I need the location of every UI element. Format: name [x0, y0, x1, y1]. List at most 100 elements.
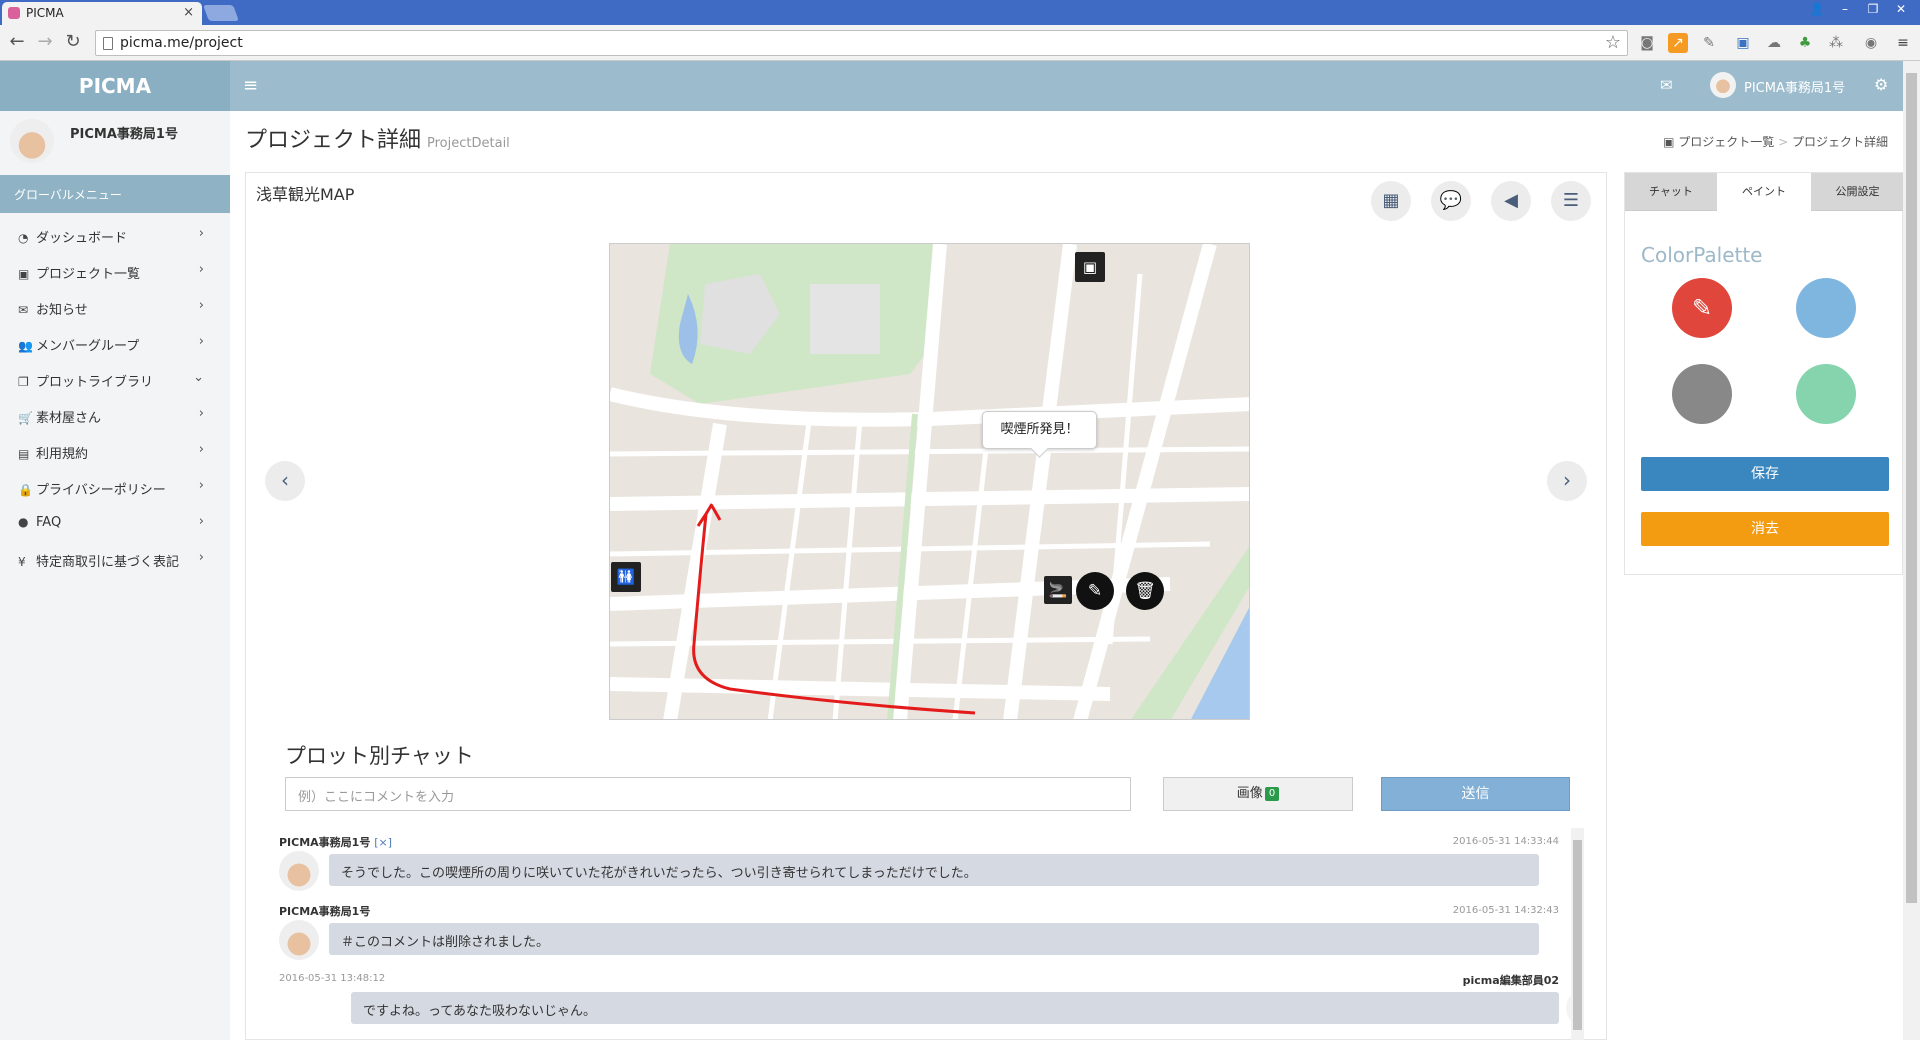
sidebar-item[interactable]: ¥ 特定商取引に基づく表記 › — [0, 537, 230, 581]
sidebar-item-label: ダッシュボード — [36, 231, 128, 246]
clover-icon[interactable]: ♣ — [1795, 33, 1815, 53]
restroom-pin-icon[interactable]: 🚻 — [611, 562, 641, 592]
chevron-icon: › — [198, 442, 204, 457]
bookmark-star-icon[interactable]: ☆ — [1605, 32, 1621, 53]
speaker-icon[interactable]: ◀ — [1491, 181, 1531, 221]
chevron-icon: › — [198, 262, 204, 277]
save-button[interactable]: 保存 — [1641, 457, 1889, 491]
reload-icon[interactable]: ↻ — [62, 32, 84, 54]
tab-publish-settings[interactable]: 公開設定 — [1811, 173, 1904, 211]
next-arrow-icon[interactable]: › — [1547, 461, 1587, 501]
image-icon: ▣ — [18, 267, 30, 281]
lock-icon: 🔒 — [18, 483, 33, 497]
close-window-icon[interactable]: ✕ — [1888, 0, 1914, 18]
image-count-badge: 0 — [1264, 787, 1280, 801]
app-header: PICMA ≡ ✉ PICMA事務局1号 ⚙ — [0, 61, 1903, 111]
page-icon — [103, 37, 113, 50]
breadcrumb-current: プロジェクト詳細 — [1791, 135, 1888, 149]
palette-title: ColorPalette — [1641, 243, 1763, 267]
browser-tabbar: PICMA × 👤 – ❐ ✕ — [0, 0, 1920, 26]
color-swatch-blue[interactable] — [1796, 278, 1856, 338]
menu-toggle-icon[interactable]: ≡ — [243, 75, 258, 96]
pocket-icon[interactable]: ◙ — [1637, 33, 1657, 53]
yen-icon: ¥ — [18, 555, 26, 569]
new-tab-button[interactable] — [203, 5, 239, 21]
extension-icon[interactable]: ▣ — [1733, 33, 1753, 53]
extension-icon[interactable]: ✎ — [1699, 33, 1719, 53]
chat-bubble-icon[interactable]: 💬 — [1431, 181, 1471, 221]
message-bubble: ですよね。ってあなた吸わないじゃん。 — [351, 992, 1559, 1024]
message-time: 2016-05-31 14:32:43 — [1452, 905, 1559, 916]
sidebar-item-label: プロジェクト一覧 — [36, 267, 141, 282]
project-name: 浅草観光MAP — [256, 185, 355, 204]
paint-panel: チャット ペイント 公開設定 ColorPalette ✎ 保存 消去 — [1624, 172, 1904, 575]
avatar[interactable] — [1710, 72, 1736, 98]
address-bar[interactable]: picma.me/project ☆ — [95, 30, 1628, 56]
favicon-icon — [8, 7, 20, 19]
scrollbar-thumb[interactable] — [1573, 840, 1582, 1030]
tab-chat[interactable]: チャット — [1625, 173, 1717, 211]
pencil-icon: ✎ — [1691, 294, 1713, 322]
close-tab-icon[interactable]: × — [183, 5, 194, 20]
info-icon: ● — [18, 515, 29, 529]
chevron-icon: › — [198, 334, 204, 349]
chat-list: PICMA事務局1号 [×] 2016-05-31 14:33:44 そうでした… — [279, 828, 1579, 1041]
mail-icon: ✉ — [18, 303, 29, 317]
sidebar: PICMA事務局1号 グローバルメニュー ◔ ダッシュボード › ▣ プロジェクト一覧 ›… — [0, 111, 230, 1040]
stats-extension-icon[interactable]: ↗ — [1668, 33, 1688, 53]
hotel-pin-icon[interactable]: ▣ — [1075, 252, 1105, 282]
window-controls: 👤 – ❐ ✕ — [1804, 0, 1914, 18]
forward-icon[interactable]: → — [34, 32, 56, 54]
chevron-icon: › — [198, 226, 204, 241]
grid-view-icon[interactable]: ▦ — [1371, 181, 1411, 221]
color-swatch-green[interactable] — [1796, 364, 1856, 424]
avatar — [279, 851, 319, 891]
smoking-pin-icon[interactable]: 🚬 — [1044, 576, 1072, 604]
author-name: PICMA事務局1号 — [279, 836, 371, 849]
plot-chat-title: プロット別チャット — [285, 744, 474, 768]
page-scrollbar[interactable] — [1903, 61, 1920, 1040]
profile-icon[interactable]: 👤 — [1804, 0, 1830, 18]
dashboard-icon: ◔ — [18, 231, 29, 245]
color-swatch-gray[interactable] — [1672, 364, 1732, 424]
avatar — [279, 920, 319, 960]
extension-icon[interactable]: ⁂ — [1826, 33, 1846, 53]
list-view-icon[interactable]: ☰ — [1551, 181, 1591, 221]
back-icon[interactable]: ← — [6, 32, 28, 54]
sidebar-item-label: 特定商取引に基づく表記 — [36, 555, 180, 570]
brand-logo[interactable]: PICMA — [0, 61, 230, 111]
comment-input[interactable]: 例）ここにコメントを入力 — [285, 777, 1131, 811]
image-attach-button[interactable]: 画像 0 — [1163, 777, 1353, 811]
breadcrumb: ▣ プロジェクト一覧 > プロジェクト詳細 — [1663, 133, 1888, 150]
camera-icon[interactable]: ◉ — [1861, 33, 1881, 53]
minimize-icon[interactable]: – — [1832, 0, 1858, 18]
sidebar-item-label: 利用規約 — [36, 447, 89, 462]
mail-icon[interactable]: ✉ — [1660, 76, 1673, 94]
map-image — [610, 244, 1249, 719]
color-swatch-red[interactable]: ✎ — [1672, 278, 1732, 338]
browser-tab[interactable]: PICMA × — [2, 2, 202, 26]
pin-tooltip: 喫煙所発見！ — [982, 411, 1097, 449]
map-canvas[interactable] — [609, 243, 1250, 720]
scrollbar-thumb[interactable] — [1906, 73, 1917, 903]
chat-scrollbar[interactable] — [1571, 828, 1584, 1040]
previous-arrow-icon[interactable]: ‹ — [265, 461, 305, 501]
clear-button[interactable]: 消去 — [1641, 512, 1889, 546]
chrome-menu-icon[interactable]: ≡ — [1893, 33, 1913, 53]
restore-icon[interactable]: ❐ — [1860, 0, 1886, 18]
users-icon: 👥 — [18, 339, 33, 353]
message-time: 2016-05-31 13:48:12 — [279, 973, 386, 984]
header-user-name[interactable]: PICMA事務局1号 — [1744, 77, 1845, 96]
avatar — [10, 119, 54, 163]
delete-pin-icon[interactable]: 🗑 — [1126, 572, 1164, 610]
url-text: picma.me/project — [120, 35, 243, 51]
settings-gear-icon[interactable]: ⚙ — [1874, 75, 1888, 94]
breadcrumb-link[interactable]: プロジェクト一覧 — [1678, 135, 1774, 149]
delete-comment-link[interactable]: [×] — [374, 836, 392, 849]
sidebar-item-label: メンバーグループ — [36, 339, 140, 354]
edit-pin-icon[interactable]: ✎ — [1076, 572, 1114, 610]
tab-paint[interactable]: ペイント — [1717, 173, 1811, 211]
send-button[interactable]: 送信 — [1381, 777, 1570, 811]
chevron-icon: › — [198, 514, 204, 529]
cloud-icon[interactable]: ☁ — [1764, 33, 1784, 53]
